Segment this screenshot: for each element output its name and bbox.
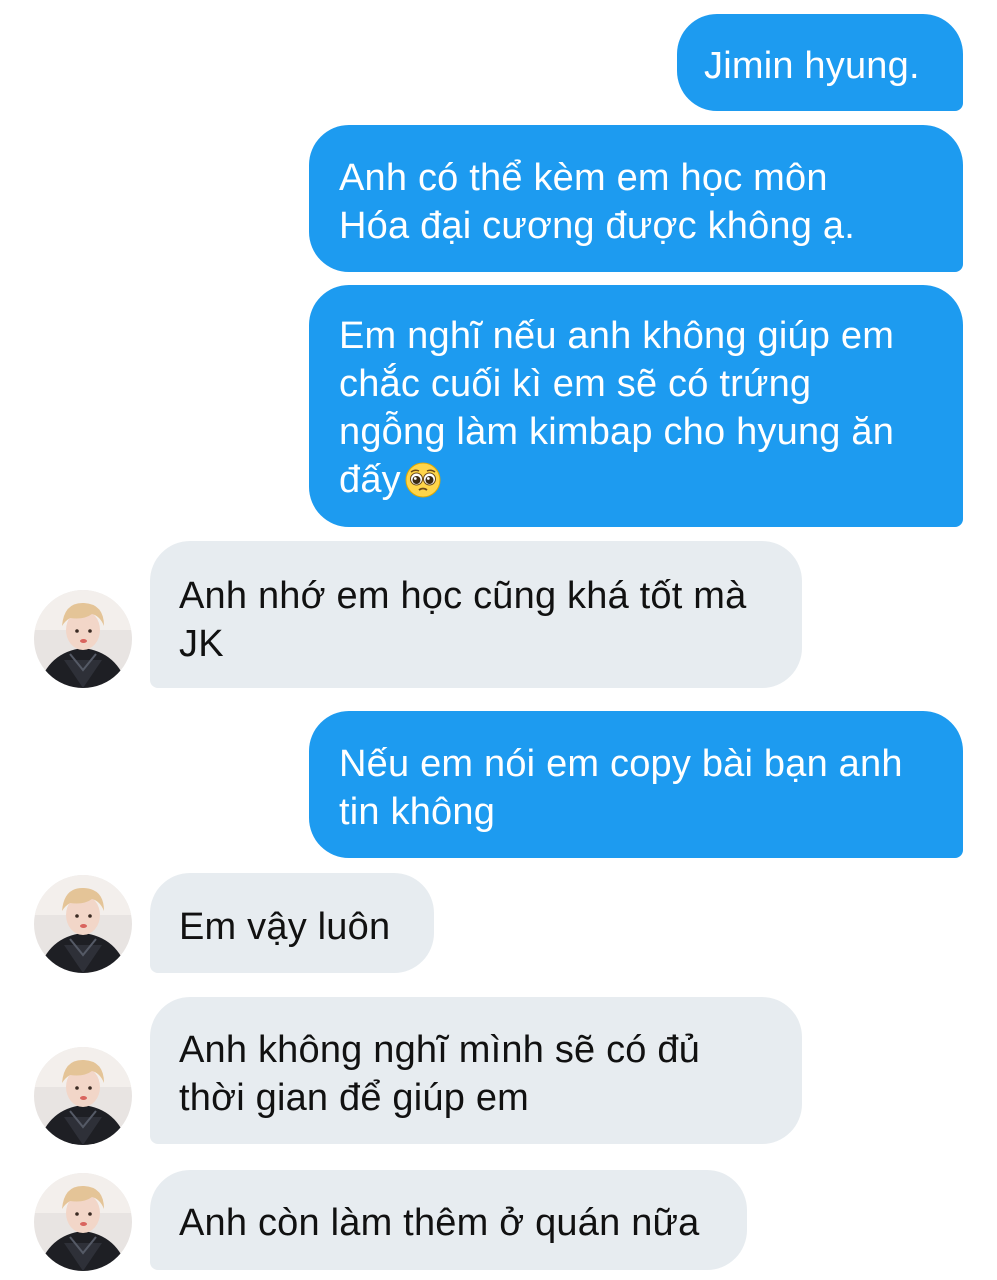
message-text-line: chắc cuối kì em sẽ có trứng [339,363,812,405]
message-text-line: Em vậy luôn [179,906,391,948]
message-text-line: Anh còn làm thêm ở quán nữa [179,1202,700,1244]
received-message[interactable]: Anh không nghĩ mình sẽ có đủ thời gian đ… [150,997,802,1144]
message-text-line: Anh nhớ em học cũng khá tốt mà [179,575,747,617]
contact-avatar[interactable] [34,590,132,688]
message-text-line: Nếu em nói em copy bài bạn anh [339,743,903,785]
contact-avatar[interactable] [34,875,132,973]
received-message[interactable]: Em vậy luôn [150,873,434,973]
pleading-face-emoji [405,462,441,498]
sent-message[interactable]: Nếu em nói em copy bài bạn anh tin không [309,711,963,858]
sent-message[interactable]: Anh có thể kèm em học môn Hóa đại cương … [309,125,963,272]
message-text-line: Em nghĩ nếu anh không giúp em [339,315,895,357]
sent-message[interactable]: Jimin hyung. [677,14,963,111]
message-text-line: JK [179,623,224,665]
sent-message[interactable]: Em nghĩ nếu anh không giúp em chắc cuối … [309,285,963,527]
message-text-line: Anh không nghĩ mình sẽ có đủ [179,1029,701,1071]
message-text-line: Jimin hyung. [704,45,920,87]
message-text-line: Anh có thể kèm em học môn [339,157,828,199]
contact-avatar[interactable] [34,1173,132,1271]
message-text-segment: đấy [339,459,401,501]
message-text-line: Hóa đại cương được không ạ. [339,205,855,247]
message-text-line: tin không [339,791,496,833]
message-text-line-with-emoji: đấy [339,456,963,504]
received-message[interactable]: Anh nhớ em học cũng khá tốt mà JK [150,541,802,688]
message-text-line: thời gian để giúp em [179,1077,530,1119]
message-text-line: ngỗng làm kimbap cho hyung ăn [339,411,895,453]
contact-avatar[interactable] [34,1047,132,1145]
received-message[interactable]: Anh còn làm thêm ở quán nữa [150,1170,747,1270]
